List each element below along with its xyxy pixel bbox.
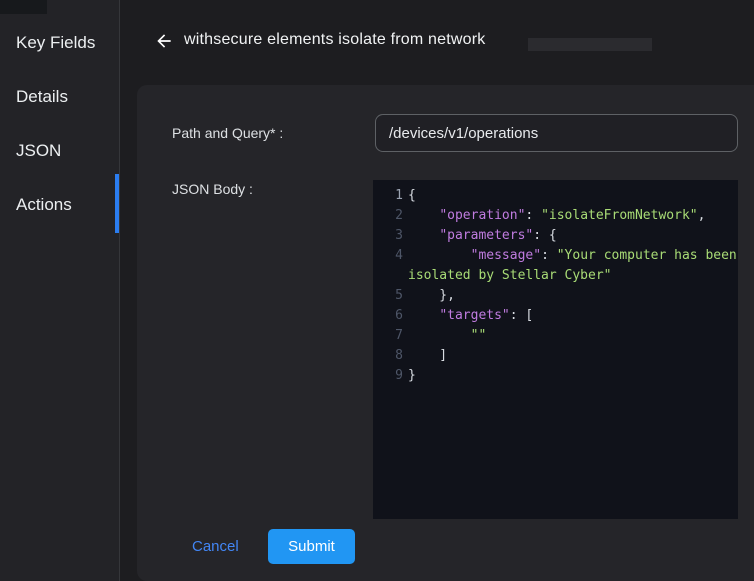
code-text: "message": "Your computer has been bbox=[408, 246, 737, 266]
app-window: Key Fields Details JSON Actions withsecu… bbox=[0, 0, 754, 581]
path-and-query-label: Path and Query* : bbox=[172, 125, 283, 141]
line-number: 5 bbox=[373, 286, 408, 306]
back-button[interactable] bbox=[152, 29, 176, 53]
editor-line: 5 }, bbox=[373, 286, 738, 306]
header: withsecure elements isolate from network bbox=[120, 0, 754, 85]
editor-line: 6 "targets": [ bbox=[373, 306, 738, 326]
cancel-button[interactable]: Cancel bbox=[192, 529, 239, 564]
line-number: 9 bbox=[373, 366, 408, 386]
editor-line: 8 ] bbox=[373, 346, 738, 366]
line-number: 3 bbox=[373, 226, 408, 246]
active-tab-indicator bbox=[115, 174, 119, 233]
code-text: "parameters": { bbox=[408, 226, 557, 246]
sidebar-item-details[interactable]: Details bbox=[0, 70, 119, 124]
code-text: { bbox=[408, 186, 416, 206]
sidebar: Key Fields Details JSON Actions bbox=[0, 0, 120, 581]
code-text: "targets": [ bbox=[408, 306, 533, 326]
line-number: 8 bbox=[373, 346, 408, 366]
code-text: } bbox=[408, 366, 416, 386]
line-number: 6 bbox=[373, 306, 408, 326]
json-body-editor[interactable]: 1{2 "operation": "isolateFromNetwork",3 … bbox=[373, 180, 738, 519]
editor-line: 7 "" bbox=[373, 326, 738, 346]
json-editor-lines: 1{2 "operation": "isolateFromNetwork",3 … bbox=[373, 186, 738, 386]
line-number bbox=[373, 266, 408, 286]
code-text: "operation": "isolateFromNetwork", bbox=[408, 206, 705, 226]
submit-button[interactable]: Submit bbox=[268, 529, 355, 564]
line-number: 7 bbox=[373, 326, 408, 346]
editor-line: 4 "message": "Your computer has been bbox=[373, 246, 738, 266]
editor-line: 1{ bbox=[373, 186, 738, 206]
code-text: "" bbox=[408, 326, 486, 346]
page-title: withsecure elements isolate from network bbox=[184, 31, 485, 49]
code-text: ] bbox=[408, 346, 447, 366]
editor-line: 9} bbox=[373, 366, 738, 386]
code-text: isolated by Stellar Cyber" bbox=[408, 266, 612, 286]
redacted-logo-area bbox=[0, 0, 47, 14]
sidebar-item-json[interactable]: JSON bbox=[0, 124, 119, 178]
editor-line: 3 "parameters": { bbox=[373, 226, 738, 246]
sidebar-item-key-fields[interactable]: Key Fields bbox=[0, 16, 119, 70]
action-form-card: Path and Query* : JSON Body : 1{2 "opera… bbox=[137, 85, 754, 581]
sidebar-nav: Key Fields Details JSON Actions bbox=[0, 16, 119, 232]
sidebar-item-actions[interactable]: Actions bbox=[0, 178, 119, 232]
path-and-query-input[interactable] bbox=[375, 114, 738, 152]
redacted-title-suffix bbox=[528, 38, 652, 51]
arrow-left-icon bbox=[154, 31, 174, 51]
editor-line: 2 "operation": "isolateFromNetwork", bbox=[373, 206, 738, 226]
code-text: }, bbox=[408, 286, 455, 306]
line-number: 4 bbox=[373, 246, 408, 266]
json-body-label: JSON Body : bbox=[172, 181, 253, 197]
editor-line: isolated by Stellar Cyber" bbox=[373, 266, 738, 286]
line-number: 1 bbox=[373, 186, 408, 206]
line-number: 2 bbox=[373, 206, 408, 226]
